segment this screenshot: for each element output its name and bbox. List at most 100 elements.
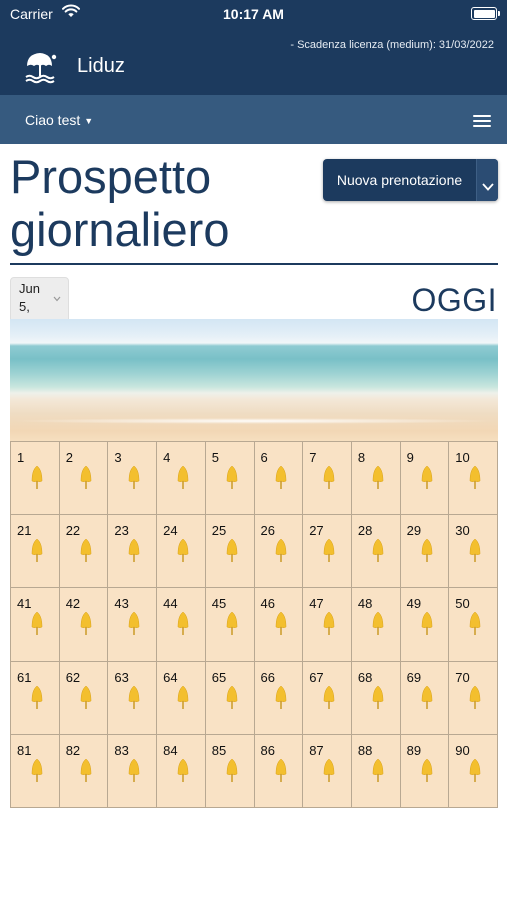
new-booking-label: Nuova prenotazione	[336, 172, 463, 188]
umbrella-icon	[469, 538, 481, 568]
umbrella-number: 23	[114, 523, 129, 539]
umbrella-slot[interactable]: 68	[351, 661, 401, 735]
umbrella-slot[interactable]: 6	[254, 442, 304, 516]
umbrella-slot[interactable]: 63	[108, 661, 158, 735]
app-name[interactable]: Liduz	[77, 55, 125, 78]
umbrella-slot[interactable]: 90	[449, 734, 498, 808]
umbrella-icon	[128, 612, 140, 641]
umbrella-slot[interactable]: 9	[400, 442, 450, 516]
umbrella-slot[interactable]: 42	[59, 588, 109, 662]
umbrella-slot[interactable]: 86	[254, 734, 304, 808]
umbrella-slot[interactable]: 45	[205, 588, 255, 662]
umbrella-slot[interactable]: 10	[449, 442, 498, 516]
umbrella-icon	[323, 685, 335, 715]
umbrella-slot[interactable]: 1	[11, 442, 60, 516]
umbrella-slot[interactable]: 85	[205, 734, 255, 808]
umbrella-slot[interactable]: 83	[108, 734, 158, 808]
umbrella-number: 25	[211, 523, 227, 539]
umbrella-slot[interactable]: 50	[449, 588, 498, 662]
umbrella-slot[interactable]: 69	[400, 661, 450, 735]
umbrella-number: 62	[65, 669, 81, 685]
today-button[interactable]: OGGI	[411, 282, 497, 319]
umbrella-slot[interactable]: 70	[449, 661, 498, 735]
umbrella-number: 44	[163, 596, 178, 612]
umbrella-icon	[80, 465, 92, 495]
umbrella-slot[interactable]: 84	[157, 734, 206, 808]
umbrella-icon	[31, 758, 43, 788]
umbrella-slot[interactable]: 26	[254, 515, 304, 589]
umbrella-number: 68	[357, 669, 373, 685]
umbrella-slot[interactable]: 43	[108, 588, 158, 662]
umbrella-slot[interactable]: 65	[205, 661, 255, 735]
umbrella-slot[interactable]: 64	[157, 661, 206, 735]
umbrella-number: 26	[260, 523, 275, 539]
umbrella-slot[interactable]: 89	[400, 734, 450, 808]
umbrella-number: 10	[455, 450, 470, 465]
umbrella-icon	[372, 538, 384, 568]
umbrella-slot[interactable]: 41	[11, 588, 60, 662]
umbrella-slot[interactable]: 22	[59, 515, 109, 589]
umbrella-slot[interactable]: 21	[11, 515, 60, 589]
umbrella-number: 88	[357, 742, 373, 758]
umbrella-number: 9	[406, 450, 414, 465]
umbrella-number: 64	[163, 669, 178, 685]
umbrella-number: 82	[65, 742, 81, 758]
umbrella-slot[interactable]: 49	[400, 588, 450, 662]
umbrella-number: 50	[455, 596, 470, 612]
umbrella-icon	[469, 685, 481, 715]
umbrella-slot[interactable]: 44	[157, 588, 206, 662]
umbrella-slot[interactable]: 2	[59, 442, 109, 516]
umbrella-icon	[323, 465, 335, 495]
umbrella-slot[interactable]: 67	[303, 661, 352, 735]
clock: 10:17 AM	[223, 6, 284, 22]
umbrella-slot[interactable]: 81	[11, 734, 60, 808]
umbrella-slot[interactable]: 5	[205, 442, 255, 516]
umbrella-number: 7	[309, 450, 317, 465]
umbrella-slot[interactable]: 4	[157, 442, 206, 516]
umbrella-slot[interactable]: 8	[351, 442, 401, 516]
umbrella-slot[interactable]: 30	[449, 515, 498, 589]
umbrella-number: 47	[309, 596, 324, 612]
umbrella-number: 69	[406, 669, 422, 685]
umbrella-slot[interactable]: 47	[303, 588, 352, 662]
status-bar: Carrier 10:17 AM	[0, 0, 507, 28]
umbrella-slot[interactable]: 3	[108, 442, 158, 516]
new-booking-dropdown[interactable]	[476, 159, 498, 201]
user-menu[interactable]: Ciao test ▼	[25, 112, 93, 128]
umbrella-slot[interactable]: 82	[59, 734, 109, 808]
umbrella-number: 8	[357, 450, 366, 465]
umbrella-icon	[177, 538, 189, 568]
umbrella-icon	[421, 465, 433, 495]
umbrella-slot[interactable]: 46	[254, 588, 304, 662]
umbrella-slot[interactable]: 7	[303, 442, 352, 516]
title-divider	[10, 263, 498, 265]
umbrella-slot[interactable]: 62	[59, 661, 109, 735]
new-booking-button[interactable]: Nuova prenotazione	[323, 159, 498, 201]
umbrella-slot[interactable]: 25	[205, 515, 255, 589]
page-title: Prospetto giornaliero	[10, 150, 230, 256]
umbrella-icon	[421, 758, 433, 788]
umbrella-slot[interactable]: 66	[254, 661, 304, 735]
umbrella-slot[interactable]: 23	[108, 515, 158, 589]
umbrella-number: 27	[309, 523, 324, 539]
umbrella-slot[interactable]: 27	[303, 515, 352, 589]
umbrella-number: 6	[260, 450, 268, 465]
umbrella-slot[interactable]: 87	[303, 734, 352, 808]
umbrella-icon	[177, 758, 189, 788]
chevron-down-icon	[482, 183, 494, 191]
umbrella-icon	[31, 685, 43, 715]
umbrella-number: 42	[65, 596, 81, 612]
umbrella-number: 46	[260, 596, 275, 612]
beach-umbrella-logo-icon[interactable]	[23, 48, 59, 84]
umbrella-icon	[421, 685, 433, 715]
umbrella-slot[interactable]: 29	[400, 515, 450, 589]
umbrella-slot[interactable]: 88	[351, 734, 401, 808]
umbrella-slot[interactable]: 48	[351, 588, 401, 662]
umbrella-slot[interactable]: 28	[351, 515, 401, 589]
umbrella-number: 87	[309, 742, 324, 758]
umbrella-icon	[226, 612, 238, 641]
umbrella-slot[interactable]: 24	[157, 515, 206, 589]
nav-bar: Ciao test ▼	[0, 95, 507, 144]
hamburger-icon[interactable]	[473, 115, 491, 129]
umbrella-slot[interactable]: 61	[11, 661, 60, 735]
